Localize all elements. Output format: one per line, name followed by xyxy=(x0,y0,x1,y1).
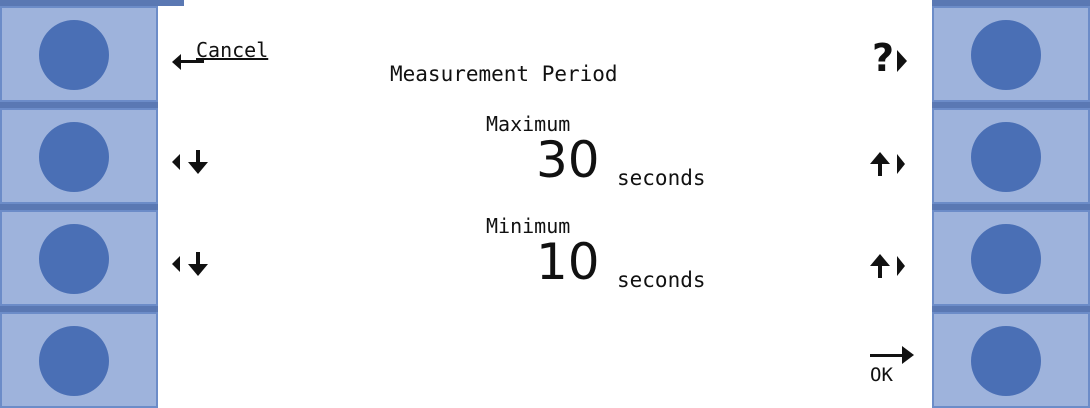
left-softkey-4[interactable] xyxy=(0,312,158,408)
down-arrow-icon xyxy=(172,252,208,276)
left-softkey-3[interactable] xyxy=(0,210,158,306)
left-softkey-1-button[interactable] xyxy=(39,20,109,90)
down-arrow-icon xyxy=(172,150,208,174)
right-softkey-panel xyxy=(932,0,1090,408)
maximum-unit: seconds xyxy=(617,166,706,190)
left-softkey-1[interactable] xyxy=(0,6,158,102)
maximum-value: 30 xyxy=(536,131,600,189)
right-softkey-4-button[interactable] xyxy=(971,326,1041,396)
ok-label[interactable]: OK xyxy=(870,364,893,386)
up-arrow-icon xyxy=(870,254,905,278)
minimum-value: 10 xyxy=(536,233,600,291)
help-label[interactable]: ? xyxy=(872,36,894,80)
left-softkey-2[interactable] xyxy=(0,108,158,204)
right-softkey-1[interactable] xyxy=(932,6,1090,102)
right-softkey-4[interactable] xyxy=(932,312,1090,408)
right-softkey-2[interactable] xyxy=(932,108,1090,204)
left-softkey-3-button[interactable] xyxy=(39,224,109,294)
page-title: Measurement Period xyxy=(390,62,618,86)
left-softkey-panel xyxy=(0,0,158,408)
cancel-label[interactable]: Cancel xyxy=(196,38,268,62)
right-softkey-3[interactable] xyxy=(932,210,1090,306)
right-pointer-icon xyxy=(897,50,907,72)
up-arrow-icon xyxy=(870,152,905,176)
right-softkey-1-button[interactable] xyxy=(971,20,1041,90)
right-softkey-2-button[interactable] xyxy=(971,122,1041,192)
left-softkey-4-button[interactable] xyxy=(39,326,109,396)
left-softkey-2-button[interactable] xyxy=(39,122,109,192)
right-softkey-3-button[interactable] xyxy=(971,224,1041,294)
minimum-unit: seconds xyxy=(617,268,706,292)
